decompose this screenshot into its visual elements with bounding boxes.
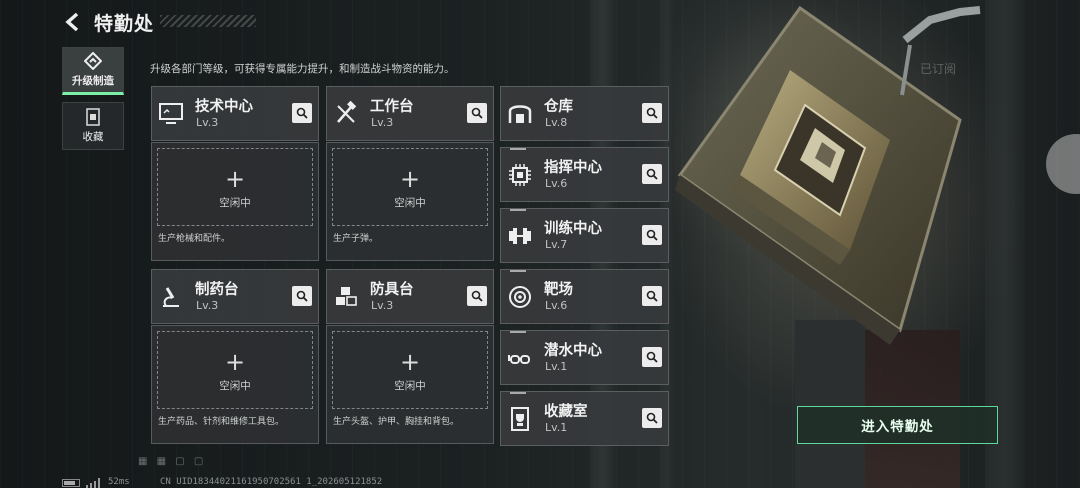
plus-icon: + [224,165,246,193]
plus-icon: + [399,165,421,193]
facility-card-tech-center[interactable]: 技术中心 Lv.3 [151,86,319,141]
tab-tick [510,270,526,272]
department-name: 收藏室 [544,404,588,420]
tab-label: 升级制造 [72,75,114,87]
tab-tick [510,209,526,211]
add-production-button[interactable]: + 空闲中 [157,331,313,409]
user-uid: CN UID18344021161950702561 1_20260512185… [160,477,383,487]
plus-icon: + [399,348,421,376]
trophy-icon [511,407,529,431]
tools-icon [337,101,357,123]
chip-icon [509,164,531,186]
department-level: Lv.6 [545,299,568,312]
add-production-button[interactable]: + 空闲中 [157,148,313,226]
production-slot-tech-center: + 空闲中 生产枪械和配件。 [151,142,319,261]
department-card-training-center[interactable]: 训练中心 Lv.7 [500,208,669,263]
department-level: Lv.8 [545,116,568,129]
facility-level: Lv.3 [371,116,394,129]
department-name: 靶场 [544,282,573,298]
tab-collection[interactable]: 收藏 [62,102,124,150]
target-icon [509,286,531,308]
production-description: 生产子弹。 [333,234,379,244]
facility-level: Lv.3 [371,299,394,312]
department-level: Lv.1 [545,421,568,434]
facility-name: 防具台 [370,282,414,298]
collection-icon [86,108,100,126]
warehouse-icon [508,105,532,123]
slot-status: 空闲中 [219,197,251,209]
search-icon[interactable] [642,103,662,123]
production-description: 生产枪械和配件。 [158,234,231,244]
tab-label: 收藏 [82,131,104,143]
department-card-warehouse[interactable]: 仓库 Lv.8 [500,86,669,141]
production-slot-workbench: + 空闲中 生产子弹。 [326,142,494,261]
ping-readout: 52ms [108,477,130,487]
battery-icon [62,479,80,487]
monitor-icon [159,103,183,124]
production-slot-pharmacy: + 空闲中 生产药品、针剂和维修工具包。 [151,325,319,444]
search-icon[interactable] [642,408,662,428]
search-icon[interactable] [467,286,487,306]
page-title: 特勤处 [94,13,155,35]
search-icon[interactable] [642,225,662,245]
cubes-icon [336,287,357,306]
department-name: 指挥中心 [544,160,602,176]
department-card-collection-room[interactable]: 收藏室 Lv.1 [500,391,669,446]
toolbar-icons: ▦ ▦ ▢ ▢ [138,456,207,467]
facility-name: 制药台 [195,282,239,298]
page-description: 升级各部门等级，可获得专属能力提升，和制造战斗物资的能力。 [150,63,455,75]
search-icon[interactable] [642,164,662,184]
facility-name: 技术中心 [195,99,253,115]
tab-tick [510,392,526,394]
search-icon[interactable] [292,103,312,123]
search-icon[interactable] [642,286,662,306]
upgrade-icon [84,52,102,70]
goggles-icon [508,355,530,364]
tab-tick [510,148,526,150]
subscribe-label[interactable]: 已订阅 [920,60,956,77]
search-icon[interactable] [292,286,312,306]
department-level: Lv.6 [545,177,568,190]
department-name: 训练中心 [544,221,602,237]
production-description: 生产头盔、护甲、胸挂和背包。 [333,417,460,427]
department-card-diving-center[interactable]: 潜水中心 Lv.1 [500,330,669,385]
department-name: 仓库 [544,99,573,115]
facility-level: Lv.3 [196,299,219,312]
facility-name: 工作台 [370,99,414,115]
search-icon[interactable] [642,347,662,367]
plus-icon: + [224,348,246,376]
department-level: Lv.1 [545,360,568,373]
tab-upgrade-craft[interactable]: 升级制造 [62,47,124,95]
slot-status: 空闲中 [394,197,426,209]
production-slot-armor-bench: + 空闲中 生产头盔、护甲、胸挂和背包。 [326,325,494,444]
title-decoration [160,15,256,27]
facility-card-pharmacy[interactable]: 制药台 Lv.3 [151,269,319,324]
facility-card-armor-bench[interactable]: 防具台 Lv.3 [326,269,494,324]
microscope-icon [163,287,179,307]
department-name: 潜水中心 [544,343,602,359]
department-card-shooting-range[interactable]: 靶场 Lv.6 [500,269,669,324]
add-production-button[interactable]: + 空闲中 [332,331,488,409]
signal-icon [86,478,100,488]
slot-status: 空闲中 [394,380,426,392]
production-description: 生产药品、针剂和维修工具包。 [158,417,285,427]
search-icon[interactable] [467,103,487,123]
facility-level: Lv.3 [196,116,219,129]
add-production-button[interactable]: + 空闲中 [332,148,488,226]
dumbbell-icon [509,228,531,244]
slot-status: 空闲中 [219,380,251,392]
enter-special-ops-button[interactable]: 进入特勤处 [797,406,998,444]
tab-tick [510,331,526,333]
department-level: Lv.7 [545,238,568,251]
back-arrow-icon[interactable] [62,11,84,33]
facility-card-workbench[interactable]: 工作台 Lv.3 [326,86,494,141]
department-card-command-center[interactable]: 指挥中心 Lv.6 [500,147,669,202]
